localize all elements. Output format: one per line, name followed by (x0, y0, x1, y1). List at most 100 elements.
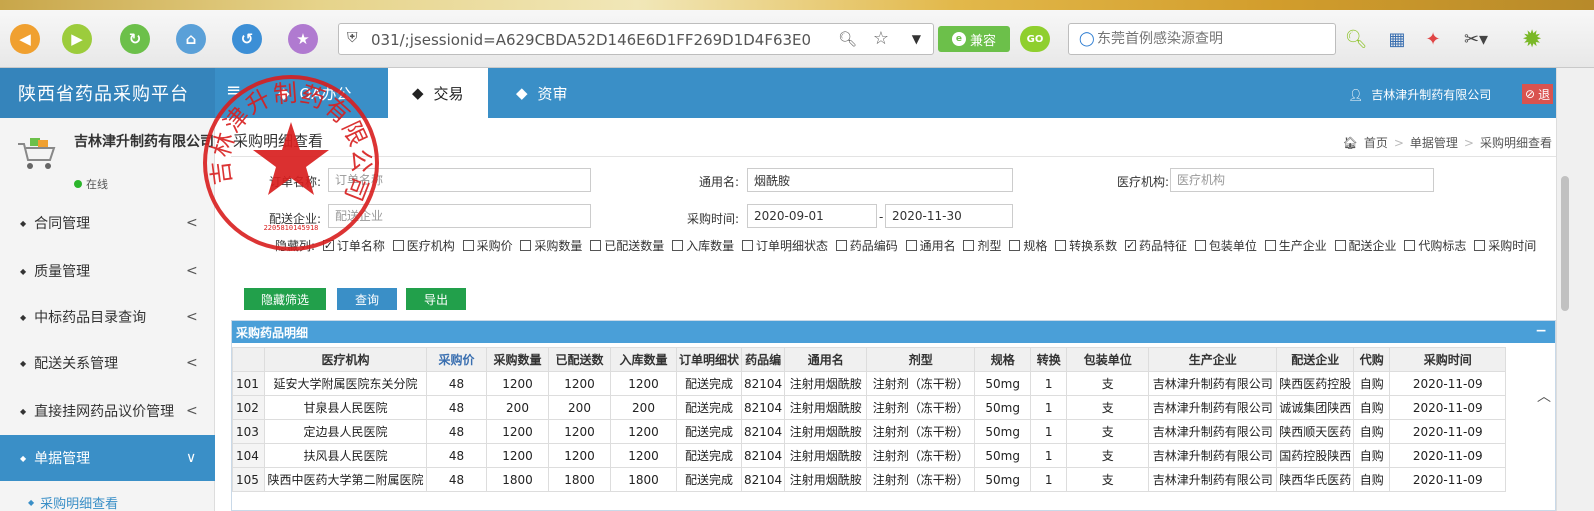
hidden-col-option[interactable]: 入库数量 (668, 239, 734, 253)
column-header[interactable]: 采购数量 (486, 347, 549, 372)
checkbox[interactable] (741, 240, 753, 251)
column-header[interactable]: 剂型 (866, 347, 976, 372)
table-row[interactable]: 102 甘泉县人民医院 48 200 200 200 配送完成 82104 注射用烟酰胺 注射剂（… (232, 395, 1507, 420)
checkbox[interactable] (322, 237, 334, 254)
checkbox[interactable] (1404, 240, 1416, 251)
tab-review[interactable]: ◆ 资审 (492, 68, 592, 118)
scissors-icon[interactable]: ✂▾ (1456, 26, 1496, 52)
browser-search[interactable]: ◯ (1068, 23, 1336, 55)
checkbox[interactable] (963, 240, 975, 251)
scrollbar-thumb[interactable] (1561, 176, 1569, 311)
address-bar[interactable]: ⛨ 031/;jsessionid=A629CBDA52D146E6D1FF26… (338, 23, 934, 55)
hidden-col-option[interactable]: 代购标志 (1400, 239, 1466, 253)
column-header[interactable] (232, 347, 265, 372)
checkbox[interactable] (392, 240, 404, 251)
column-header[interactable]: 药品编 (741, 347, 786, 372)
browser-search-input[interactable] (1097, 29, 1327, 49)
hidden-col-option[interactable]: 药品特征 (1121, 237, 1187, 254)
collapse-icon[interactable]: − (1535, 323, 1547, 339)
hidden-col-option[interactable]: 生产企业 (1261, 239, 1327, 253)
checkbox[interactable] (520, 240, 532, 251)
sidebar-subitem-purchase-detail[interactable]: ◆ 采购明细查看 (0, 492, 215, 511)
table-row[interactable]: 101 延安大学附属医院东关分院 48 1200 1200 1200 配送完成 82104 注射… (232, 371, 1507, 396)
back-icon[interactable]: ◀ (10, 24, 40, 54)
logout-button[interactable]: ⊘ 退出 (1522, 84, 1554, 104)
column-header[interactable]: 采购时间 (1389, 347, 1507, 372)
export-button[interactable]: 导出 (406, 288, 466, 310)
sidebar-item-catalog[interactable]: ◆ 中标药品目录查询 < (0, 294, 215, 340)
game-icon[interactable]: ✦ (1420, 26, 1446, 52)
table-row[interactable]: 103 定边县人民医院 48 1200 1200 1200 配送完成 82104 注射用烟酰胺注… (232, 419, 1507, 444)
distributor-input[interactable] (328, 204, 591, 228)
time-to-input[interactable] (885, 204, 1013, 228)
favorites-icon[interactable]: ★ (288, 24, 318, 54)
refresh-icon[interactable]: ↻ (120, 24, 150, 54)
tab-trade[interactable]: ◆ 交易 (388, 68, 488, 118)
hospital-input[interactable] (1170, 168, 1434, 192)
order-name-input[interactable] (328, 168, 591, 192)
magnifier-icon[interactable]: 🔍︎ (1342, 26, 1370, 52)
table-row[interactable]: 104 扶风县人民医院 48 1200 1200 1200 配送完成 82104 注射用烟酰胺注… (232, 443, 1507, 468)
breadcrumb-documents[interactable]: 单据管理 (1410, 134, 1458, 151)
sidebar-item-contract[interactable]: ◆ 合同管理 < (0, 200, 215, 246)
hidden-col-option[interactable]: 规格 (1005, 239, 1047, 253)
dropdown-arrow-icon[interactable]: ▼ (912, 32, 921, 46)
column-header[interactable]: 医疗机构 (264, 347, 427, 372)
go-button[interactable]: GO (1020, 26, 1050, 52)
checkbox[interactable] (1125, 237, 1136, 254)
checkbox[interactable] (1474, 240, 1486, 251)
checkbox[interactable] (1194, 240, 1206, 251)
column-header[interactable]: 入库数量 (610, 347, 677, 372)
query-button[interactable]: 查询 (337, 288, 397, 310)
column-header[interactable]: 配送企业 (1276, 347, 1355, 372)
time-from-input[interactable] (747, 204, 877, 228)
column-header[interactable]: 订单明细状 (675, 347, 743, 372)
checkbox[interactable] (835, 240, 847, 251)
hidden-col-option[interactable]: 医疗机构 (389, 239, 455, 253)
hidden-col-option[interactable]: 配送企业 (1331, 239, 1397, 253)
search-icon[interactable]: 🔍︎ (838, 30, 857, 48)
table-row[interactable]: 105 陕西中医药大学第二附属医院 48 1800 1800 1800 配送完成 82104 注… (232, 467, 1507, 492)
column-header[interactable]: 生产企业 (1148, 347, 1278, 372)
column-header[interactable]: 采购价 (426, 347, 487, 372)
checkbox[interactable] (462, 240, 474, 251)
hidden-col-option[interactable]: 剂型 (959, 239, 1001, 253)
column-header[interactable]: 已配送数 (548, 347, 611, 372)
sidebar-item-pricing[interactable]: ◆ 直接挂网药品议价管理 < (0, 388, 215, 434)
hidden-col-option[interactable]: 订单明细状态 (738, 239, 828, 253)
menu-toggle-icon[interactable]: ≡ (226, 80, 241, 101)
bookmark-star-icon[interactable]: ☆ (873, 28, 889, 49)
column-header[interactable]: 包装单位 (1066, 347, 1150, 372)
hidden-col-option[interactable]: 订单名称 (319, 237, 385, 254)
page-scrollbar[interactable] (1556, 68, 1594, 511)
checkbox[interactable] (1334, 240, 1346, 251)
checkbox[interactable] (672, 240, 684, 251)
checkbox[interactable] (1055, 240, 1067, 251)
hidden-col-option[interactable]: 药品编码 (832, 239, 898, 253)
sidebar-item-quality[interactable]: ◆ 质量管理 < (0, 248, 215, 294)
checkbox[interactable] (905, 240, 917, 251)
column-header[interactable]: 代购 (1353, 347, 1391, 372)
hidden-col-option[interactable]: 通用名 (902, 239, 956, 253)
column-header[interactable]: 通用名 (784, 347, 868, 372)
sidebar-item-distribution[interactable]: ◆ 配送关系管理 < (0, 340, 215, 386)
checkbox[interactable] (1264, 240, 1276, 251)
compat-mode-button[interactable]: e 兼容 (938, 26, 1010, 52)
column-header[interactable]: 规格 (974, 347, 1032, 372)
current-user[interactable]: 👤︎ 吉林津升制药有限公司 (1348, 86, 1491, 103)
settings-gear-icon[interactable]: ✹ (1516, 25, 1548, 53)
checkbox[interactable] (1009, 240, 1021, 251)
hidden-col-option[interactable]: 包装单位 (1191, 239, 1257, 253)
hidden-col-option[interactable]: 采购时间 (1470, 239, 1536, 253)
forward-icon[interactable]: ▶ (62, 24, 92, 54)
apps-grid-icon[interactable]: ▦ (1384, 26, 1410, 52)
hidden-col-option[interactable]: 采购数量 (516, 239, 582, 253)
sidebar-item-documents[interactable]: ◆ 单据管理 ∨ (0, 435, 215, 481)
tab-oa[interactable]: ◆ OA办公 (254, 68, 375, 118)
breadcrumb-home[interactable]: 首页 (1364, 134, 1388, 151)
hidden-col-option[interactable]: 已配送数量 (586, 239, 664, 253)
checkbox[interactable] (590, 240, 602, 251)
hidden-col-option[interactable]: 转换系数 (1051, 239, 1117, 253)
hidden-col-option[interactable]: 采购价 (459, 239, 513, 253)
hide-filter-button[interactable]: 隐藏筛选 (244, 288, 326, 310)
